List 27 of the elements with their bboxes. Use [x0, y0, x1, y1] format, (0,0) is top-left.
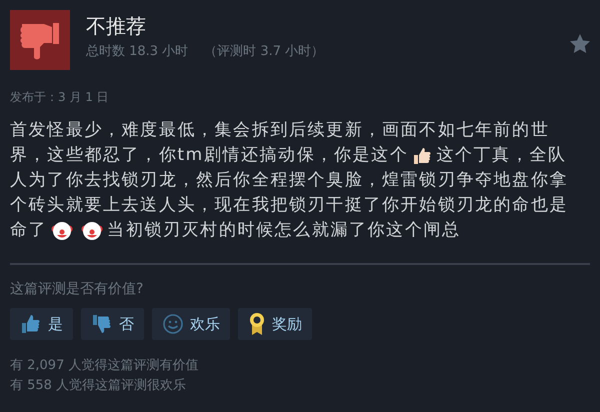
thumbs-up-icon — [412, 146, 432, 166]
funny-button[interactable]: 欢乐 — [152, 308, 230, 340]
yes-button[interactable]: 是 — [10, 308, 73, 340]
vote-count-text: 有 2,097 人觉得这篇评测有价值 — [10, 357, 200, 375]
review-text: 界，这些都忍了，你tm剧情还搞动保，你是这个 — [10, 144, 408, 167]
posted-date: 发布于：3 月 1 日 — [10, 89, 110, 106]
total-hours: 总时数 18.3 小时 — [86, 43, 188, 61]
helpful-question: 这篇评测是否有价值? — [10, 280, 144, 299]
award-button[interactable]: 奖励 — [238, 308, 312, 340]
star-icon[interactable] — [570, 34, 590, 53]
review-verdict: 不推荐 — [86, 14, 147, 38]
review-text: 个砖头就要上去送人头，现在我把锁刃干挺了你开始锁刃龙的命也是 — [10, 194, 568, 217]
review-text: 首发怪最少，难度最低，集会拆到后续更新，画面不如七年前的世 — [10, 119, 550, 142]
review-text: 命了 — [10, 219, 48, 242]
review-text: 人为了你去找锁刃龙，然后你全程摆个臭脸，煌雷锁刃争夺地盘你拿 — [10, 169, 568, 192]
thumbs-down-icon — [10, 10, 70, 70]
thumbs-up-icon — [20, 313, 42, 335]
smiley-icon — [162, 313, 184, 335]
review-text: 这个丁真，全队 — [436, 144, 567, 167]
thumbs-down-icon — [91, 313, 113, 335]
clown-face-icon — [81, 220, 104, 242]
review-text: 当初锁刃灭村的时候怎么就漏了你这个闸总 — [107, 219, 461, 242]
review-hours: （评测时 3.7 小时） — [204, 43, 324, 61]
award-ribbon-icon — [248, 312, 266, 336]
no-button[interactable]: 否 — [81, 308, 144, 340]
clown-face-icon — [51, 220, 74, 242]
vote-count-text: 有 558 人觉得这篇评测很欢乐 — [10, 377, 188, 395]
